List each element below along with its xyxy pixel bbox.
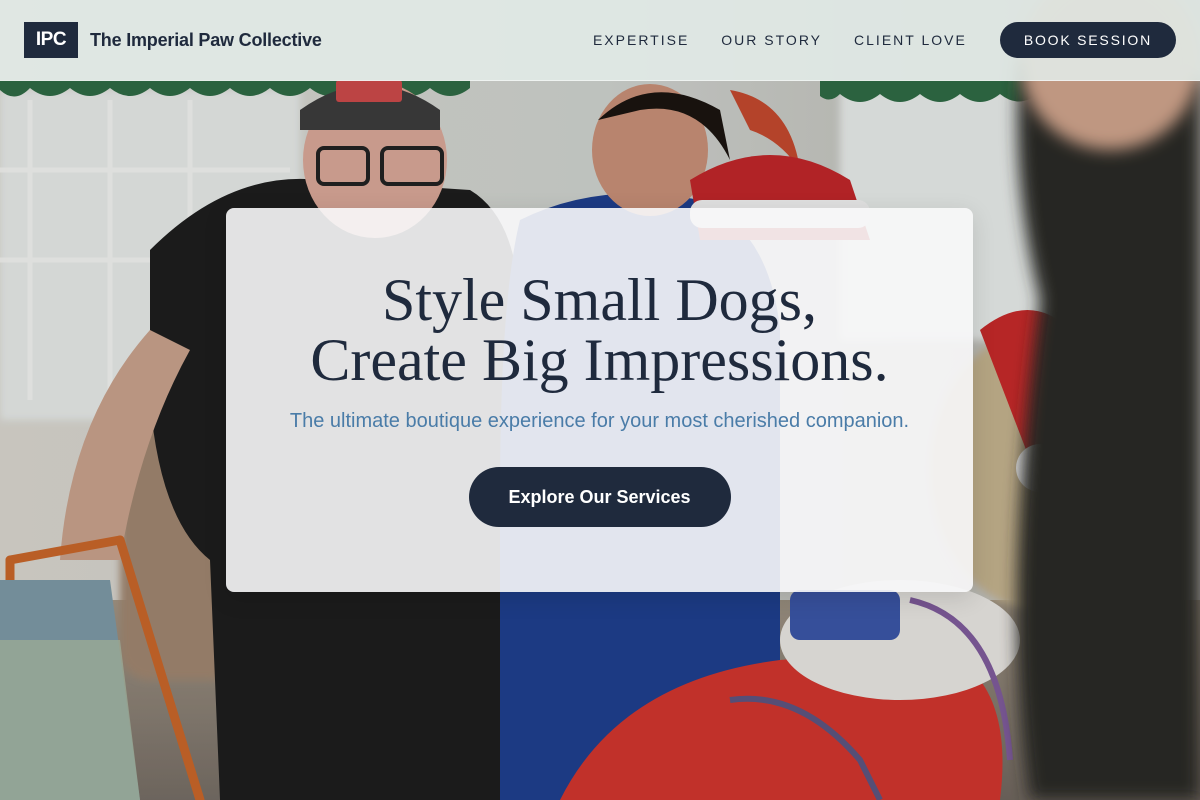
nav-link-client-love[interactable]: CLIENT LOVE: [854, 32, 967, 48]
hero-title-line-2: Create Big Impressions.: [310, 327, 889, 393]
hero-card: Style Small Dogs, Create Big Impressions…: [226, 208, 973, 592]
book-session-button[interactable]: BOOK SESSION: [999, 22, 1176, 58]
explore-services-button[interactable]: Explore Our Services: [468, 467, 731, 527]
hero-subtitle: The ultimate boutique experience for you…: [289, 410, 910, 432]
brand-name: The Imperial Paw Collective: [90, 29, 322, 50]
nav-link-our-story[interactable]: OUR STORY: [721, 32, 822, 48]
main-nav: EXPERTISE OUR STORY CLIENT LOVE BOOK SES…: [561, 22, 1176, 58]
logo: IPC: [24, 22, 78, 58]
brand-link[interactable]: IPC The Imperial Paw Collective: [24, 22, 322, 58]
nav-link-expertise[interactable]: EXPERTISE: [593, 32, 689, 48]
hero-title: Style Small Dogs, Create Big Impressions…: [310, 270, 888, 390]
site-header: IPC The Imperial Paw Collective EXPERTIS…: [0, 0, 1200, 81]
hero-title-line-1: Style Small Dogs,: [381, 267, 817, 333]
